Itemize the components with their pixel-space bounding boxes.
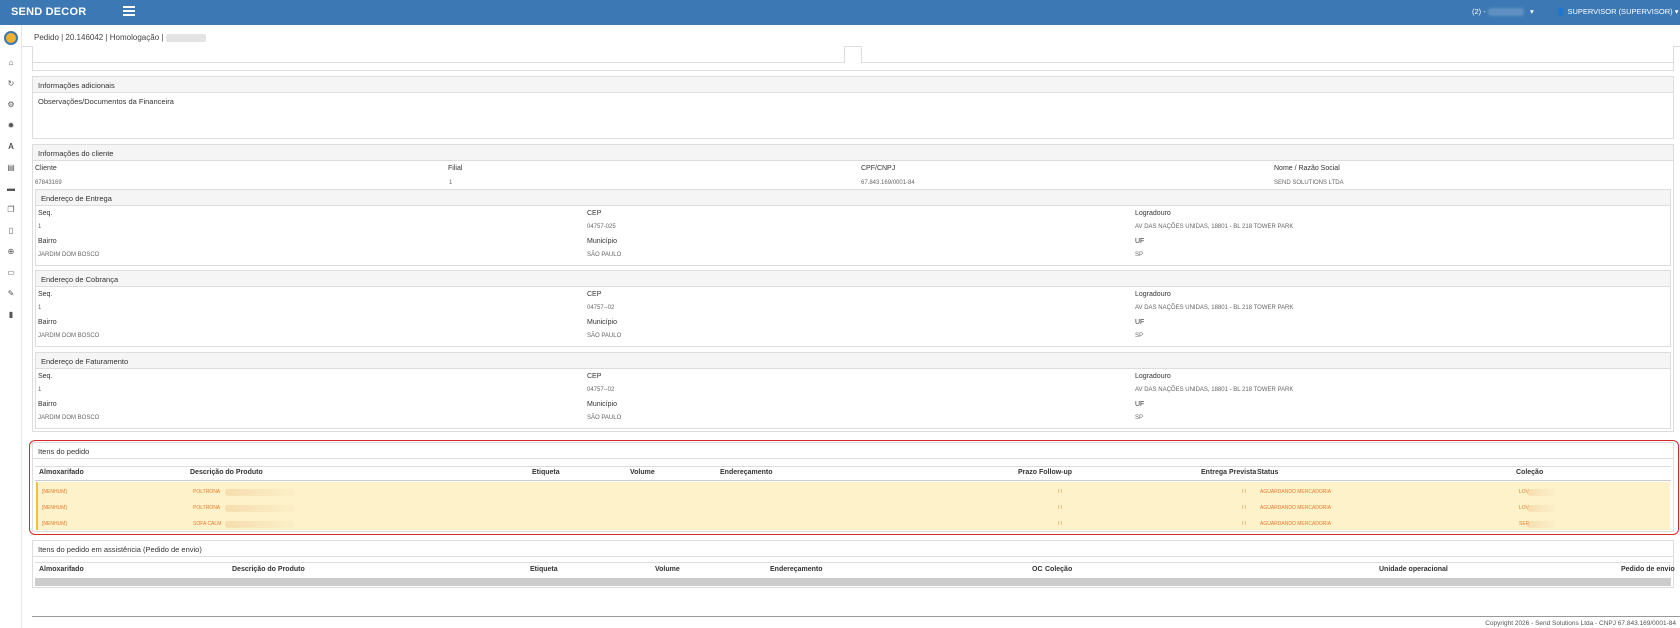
- highlight-box: [29, 440, 1679, 535]
- support-icon[interactable]: ⊕: [6, 247, 16, 257]
- settings-icon[interactable]: ✹: [6, 121, 16, 131]
- logradouro-label: Logradouro: [1135, 373, 1171, 380]
- logradouro-value: AV DAS NAÇÕES UNIDAS, 18801 - BL 218 TOW…: [1135, 305, 1294, 311]
- logradouro-label: Logradouro: [1135, 210, 1171, 217]
- bairro-value: JARDIM DOM BOSCO: [38, 252, 100, 258]
- cep-label: CEP: [587, 291, 602, 298]
- cep-value: 04757--02: [587, 305, 615, 311]
- seq-label: Seq.: [38, 291, 53, 298]
- panel-title: Endereço de Faturamento: [36, 353, 1670, 369]
- assist-col-volume[interactable]: Volume: [655, 566, 680, 573]
- municipio-label: Município: [587, 238, 617, 245]
- breadcrumb-text: Pedido | 20.146042 | Homologação |: [34, 33, 164, 42]
- panel-title: Informações adicionais: [33, 77, 1673, 93]
- chevron-down-icon: ▾: [1674, 7, 1679, 16]
- seq-label: Seq.: [38, 210, 53, 217]
- assist-col-pedido-envio[interactable]: Pedido de envio: [1621, 566, 1675, 573]
- uf-value: SP: [1135, 333, 1144, 339]
- panel-title: Informações do cliente: [33, 145, 1673, 161]
- uf-value: SP: [1135, 415, 1144, 421]
- breadcrumb: Pedido | 20.146042 | Homologação |: [34, 33, 206, 42]
- chevron-down-icon: ▾: [1529, 7, 1534, 16]
- branch-value: 1: [449, 180, 453, 186]
- additional-info-text: Observações/Documentos da Financeira: [38, 97, 174, 106]
- cep-label: CEP: [587, 373, 602, 380]
- top-navbar: SEND DECOR (2) - ▾ 👤 SUPERVISOR (SUPERVI…: [0, 0, 1680, 25]
- seq-label: Seq.: [38, 373, 53, 380]
- user-label: SUPERVISOR (SUPERVISOR): [1567, 7, 1673, 16]
- municipio-label: Município: [587, 319, 617, 326]
- document-icon[interactable]: ▯: [6, 226, 16, 236]
- seq-value: 1: [38, 305, 42, 311]
- logradouro-value: AV DAS NAÇÕES UNIDAS, 18801 - BL 218 TOW…: [1135, 224, 1294, 230]
- cep-value: 04757--02: [587, 387, 615, 393]
- assist-col-almoxarifado[interactable]: Almoxarifado: [39, 566, 84, 573]
- panel-title: Endereço de Cobrança: [36, 271, 1670, 287]
- brand-logo-text[interactable]: SEND DECOR: [11, 6, 86, 18]
- company-name-label: Nome / Razão Social: [1274, 165, 1340, 172]
- seq-value: 1: [38, 224, 42, 230]
- list-icon[interactable]: ▤: [6, 163, 16, 173]
- company-name-value: SEND SOLUTIONS LTDA: [1274, 180, 1344, 186]
- wrench-icon[interactable]: ✎: [6, 289, 16, 299]
- gears-icon[interactable]: ⚙: [6, 100, 16, 110]
- municipio-value: SÃO PAULO: [587, 415, 622, 421]
- cep-label: CEP: [587, 210, 602, 217]
- municipio-value: SÃO PAULO: [587, 333, 622, 339]
- cnpj-value: 67.843.169/0001-84: [861, 180, 915, 186]
- assist-col-unidade-operacional[interactable]: Unidade operacional: [1379, 566, 1448, 573]
- seq-value: 1: [38, 387, 42, 393]
- user-dropdown[interactable]: 👤 SUPERVISOR (SUPERVISOR) ▾: [1556, 7, 1678, 16]
- address-panel: Endereço de Cobrança: [35, 270, 1671, 347]
- bairro-label: Bairro: [38, 319, 57, 326]
- cep-value: 04757-025: [587, 224, 616, 230]
- copy-icon[interactable]: ❐: [6, 205, 16, 215]
- panel-title: Itens do pedido em assistência (Pedido d…: [33, 541, 1673, 557]
- assist-col-colecao[interactable]: Coleção: [1045, 566, 1072, 573]
- municipio-label: Município: [587, 401, 617, 408]
- environment-dropdown[interactable]: (2) - ▾: [1472, 7, 1534, 17]
- client-value: 67843169: [35, 180, 62, 186]
- assist-col-oc[interactable]: OC: [1032, 566, 1043, 573]
- municipio-value: SÃO PAULO: [587, 252, 622, 258]
- uf-label: UF: [1135, 238, 1145, 245]
- address-panel: Endereço de Faturamento: [35, 352, 1671, 429]
- uf-value: SP: [1135, 252, 1144, 258]
- logradouro-value: AV DAS NAÇÕES UNIDAS, 18801 - BL 218 TOW…: [1135, 387, 1294, 393]
- sidebar: [0, 25, 22, 628]
- uf-label: UF: [1135, 401, 1145, 408]
- panel-title: Endereço de Entrega: [36, 190, 1670, 206]
- menu-toggle-icon[interactable]: [123, 6, 135, 16]
- user-icon: 👤: [1556, 7, 1566, 16]
- logradouro-label: Logradouro: [1135, 291, 1171, 298]
- client-label: Cliente: [35, 165, 57, 172]
- home-icon[interactable]: ⌂: [6, 58, 16, 68]
- bairro-value: JARDIM DOM BOSCO: [38, 333, 100, 339]
- footer-copyright: Copyright 2026 - Send Solutions Ltda - C…: [1485, 620, 1676, 627]
- assist-col-enderecamento[interactable]: Endereçamento: [770, 566, 823, 573]
- assist-col-descricao[interactable]: Descrição do Produto: [232, 566, 305, 573]
- branch-label: Filial: [448, 165, 463, 172]
- bairro-value: JARDIM DOM BOSCO: [38, 415, 100, 421]
- assist-empty-row: [35, 578, 1671, 586]
- additional-info-panel: Informações adicionais Observações/Docum…: [32, 76, 1674, 139]
- car-icon[interactable]: ▬: [6, 184, 16, 194]
- company-logo: [4, 31, 18, 45]
- font-icon[interactable]: A: [6, 142, 16, 152]
- environment-label: (2) -: [1472, 7, 1486, 16]
- bairro-label: Bairro: [38, 401, 57, 408]
- refresh-icon[interactable]: ↻: [6, 79, 16, 89]
- assist-col-etiqueta[interactable]: Etiqueta: [530, 566, 558, 573]
- file-icon[interactable]: ▮: [6, 310, 16, 320]
- address-panel: Endereço de Entrega: [35, 189, 1671, 266]
- laptop-icon[interactable]: ▭: [6, 268, 16, 278]
- uf-label: UF: [1135, 319, 1145, 326]
- cnpj-label: CPF/CNPJ: [861, 165, 896, 172]
- bairro-label: Bairro: [38, 238, 57, 245]
